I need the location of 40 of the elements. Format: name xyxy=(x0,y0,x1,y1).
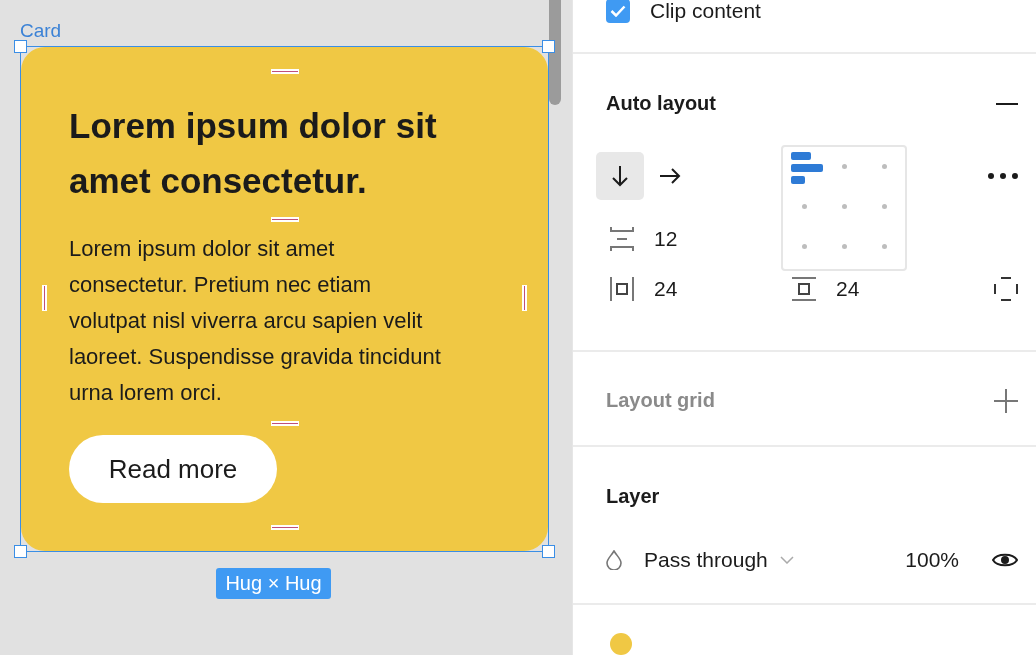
opacity-value: 100% xyxy=(905,548,959,573)
resize-handle[interactable] xyxy=(14,40,27,53)
section-title: Layout grid xyxy=(606,389,715,413)
vertical-padding-icon xyxy=(792,276,816,301)
blend-mode-dropdown[interactable]: Pass through xyxy=(644,548,794,573)
chevron-down-icon xyxy=(779,556,794,565)
resize-handle[interactable] xyxy=(542,545,555,558)
spacing-marker xyxy=(271,217,299,222)
checkbox[interactable] xyxy=(606,0,630,23)
right-arrow-icon xyxy=(659,167,681,184)
horizontal-padding-value: 24 xyxy=(654,276,678,301)
section-title: Layer xyxy=(606,484,660,508)
spacing-marker xyxy=(271,421,299,426)
spacing-marker xyxy=(522,285,527,311)
checkmark-icon xyxy=(610,5,626,17)
spacing-icon xyxy=(610,225,634,252)
card-body: Lorem ipsum dolor sit amet consectetur. Pretium nec etiam volutpat nisl viverra arcu sapien velit laoreet. Suspendisse gravida tincidunt urna lorem orci. xyxy=(69,235,442,407)
plus-icon[interactable] xyxy=(994,388,1018,413)
spacing-value: 12 xyxy=(654,226,678,251)
spacing-marker xyxy=(271,525,299,530)
read-more-button[interactable]: Read more xyxy=(69,435,277,503)
resize-handle[interactable] xyxy=(14,545,27,558)
size-badge: Hug × Hug xyxy=(216,568,331,599)
clip-content-label: Clip content xyxy=(650,0,761,23)
down-arrow-icon xyxy=(612,164,628,187)
drop-icon xyxy=(606,550,622,571)
minus-icon[interactable] xyxy=(996,102,1018,105)
spacing-marker xyxy=(42,285,47,311)
resize-handle[interactable] xyxy=(542,40,555,53)
direction-button[interactable] xyxy=(596,151,644,200)
individual-padding-icon[interactable] xyxy=(994,276,1018,301)
alignment-grid[interactable] xyxy=(781,144,907,271)
section-title: Auto layout xyxy=(606,92,716,116)
vertical-padding-value: 24 xyxy=(836,276,860,301)
more-icon[interactable] xyxy=(988,172,1018,179)
color-swatch xyxy=(610,633,632,655)
card-title: Lorem ipsum dolor sit amet consectetur. xyxy=(69,105,438,202)
horizontal-padding-icon xyxy=(610,275,634,302)
frame-label: Card xyxy=(20,19,63,43)
spacing-marker xyxy=(271,69,299,74)
